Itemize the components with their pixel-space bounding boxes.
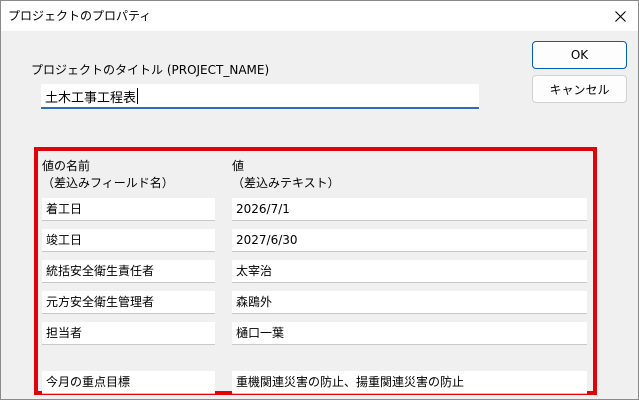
close-button[interactable] — [602, 1, 638, 31]
name-header-title: 値の名前 — [42, 159, 91, 173]
project-title-label: プロジェクトのタイトル (PROJECT_NAME) — [31, 63, 270, 77]
field-value-start-date[interactable]: 2026/7/1 — [232, 198, 587, 221]
dialog-title: プロジェクトのプロパティ — [8, 9, 152, 23]
field-name-start-date[interactable]: 着工日 — [42, 198, 215, 221]
field-value-completion-date[interactable]: 2027/6/30 — [232, 229, 587, 252]
field-value-safety-manager[interactable]: 森鴎外 — [232, 291, 587, 314]
name-header-subtitle: （差込みフィールド名） — [42, 176, 174, 190]
field-value-safety-supervisor[interactable]: 太宰治 — [232, 260, 587, 283]
field-value-person-in-charge[interactable]: 樋口一葉 — [232, 322, 587, 345]
value-header-title: 値 — [232, 159, 245, 173]
close-icon — [614, 10, 626, 22]
field-name-completion-date[interactable]: 竣工日 — [42, 229, 215, 252]
field-value-monthly-goal[interactable]: 重機関連災害の防止、揚重関連災害の防止 — [232, 371, 587, 394]
value-column-header: 値 （差込みテキスト） — [232, 158, 340, 192]
field-name-safety-supervisor[interactable]: 統括安全衛生責任者 — [42, 260, 215, 283]
properties-dialog: プロジェクトのプロパティ プロジェクトのタイトル (PROJECT_NAME) … — [0, 0, 639, 400]
text-caret — [137, 88, 138, 104]
cancel-button[interactable]: キャンセル — [532, 75, 627, 103]
field-name-safety-manager[interactable]: 元方安全衛生管理者 — [42, 291, 215, 314]
project-title-input[interactable] — [41, 84, 479, 109]
field-name-monthly-goal[interactable]: 今月の重点目標 — [42, 371, 215, 394]
name-column-header: 値の名前 （差込みフィールド名） — [42, 158, 174, 192]
title-bar: プロジェクトのプロパティ — [1, 1, 638, 31]
value-header-subtitle: （差込みテキスト） — [232, 176, 340, 190]
ok-button[interactable]: OK — [532, 41, 627, 69]
field-name-person-in-charge[interactable]: 担当者 — [42, 322, 215, 345]
